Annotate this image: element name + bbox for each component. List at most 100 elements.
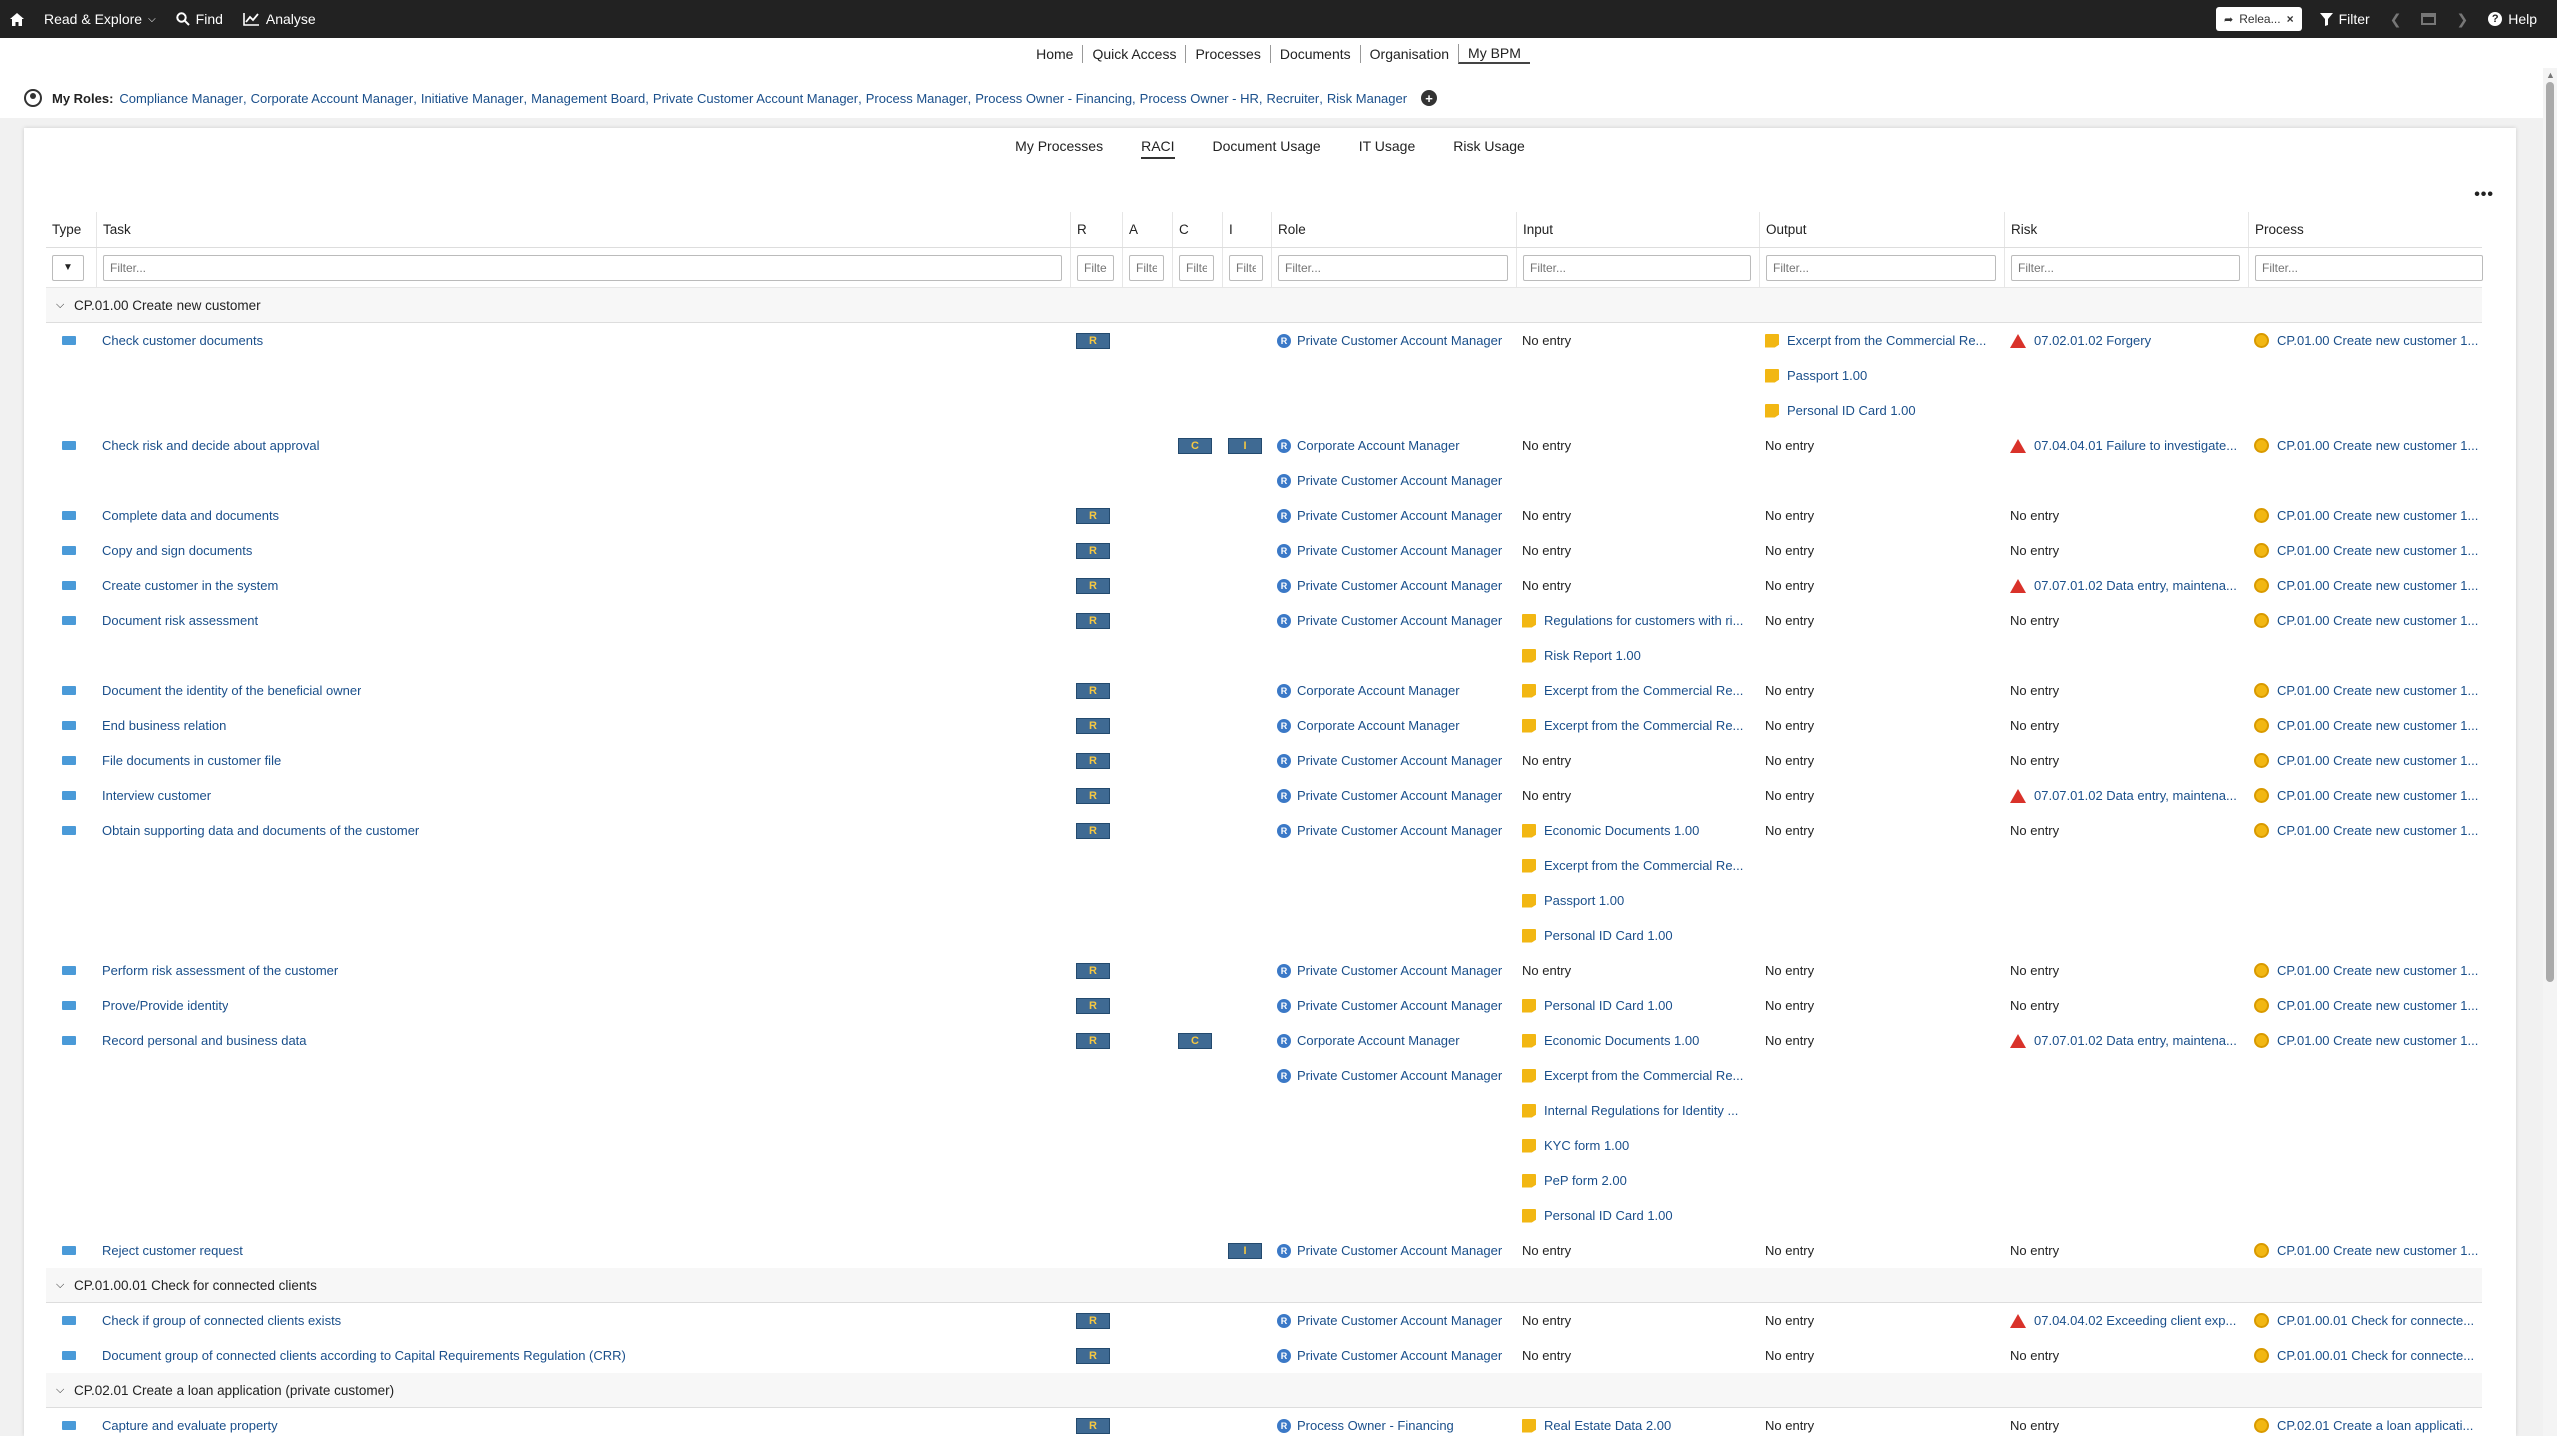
document-link[interactable]: Personal ID Card 1.00 [1544, 928, 1673, 943]
nav-processes[interactable]: Processes [1185, 45, 1269, 63]
tab-risk-usage[interactable]: Risk Usage [1453, 138, 1525, 159]
role-link[interactable]: Private Customer Account Manager [1297, 1313, 1502, 1328]
risk-link[interactable]: 07.02.01.02 Forgery [2034, 333, 2151, 348]
nav-home[interactable]: Home [1027, 45, 1082, 63]
task-link[interactable]: Capture and evaluate property [102, 1418, 278, 1433]
document-link[interactable]: Risk Report 1.00 [1544, 648, 1641, 663]
task-link[interactable]: Interview customer [102, 788, 211, 803]
nav-my-bpm[interactable]: My BPM [1458, 44, 1530, 64]
risk-link[interactable]: 07.07.01.02 Data entry, maintena... [2034, 578, 2237, 593]
role-link[interactable]: Private Customer Account Manager [1297, 788, 1502, 803]
vertical-scrollbar[interactable]: ▲ [2543, 68, 2557, 1436]
i-filter-input[interactable] [1229, 254, 1263, 281]
document-link[interactable]: Excerpt from the Commercial Re... [1544, 858, 1743, 873]
role-link[interactable]: Corporate Account Manager [1297, 718, 1460, 733]
col-output[interactable]: Output [1759, 212, 2004, 247]
col-type[interactable]: Type [46, 212, 96, 247]
document-link[interactable]: Excerpt from the Commercial Re... [1544, 683, 1743, 698]
process-link[interactable]: CP.01.00.01 Check for connecte... [2277, 1348, 2474, 1363]
process-link[interactable]: CP.01.00 Create new customer 1... [2277, 718, 2478, 733]
more-options-icon[interactable]: ••• [2474, 186, 2494, 204]
nav-organisation[interactable]: Organisation [1359, 45, 1458, 63]
document-link[interactable]: Personal ID Card 1.00 [1544, 998, 1673, 1013]
col-role[interactable]: Role [1271, 212, 1516, 247]
role-link[interactable]: Corporate Account Manager [1297, 683, 1460, 698]
task-link[interactable]: Document group of connected clients acco… [102, 1348, 626, 1363]
input-filter-input[interactable] [1523, 254, 1751, 281]
role-link[interactable]: Recruiter [1267, 91, 1320, 106]
role-link[interactable]: Private Customer Account Manager [1297, 508, 1502, 523]
process-link[interactable]: CP.01.00 Create new customer 1... [2277, 683, 2478, 698]
process-link[interactable]: CP.01.00 Create new customer 1... [2277, 543, 2478, 558]
risk-filter-input[interactable] [2011, 254, 2240, 281]
col-risk[interactable]: Risk [2004, 212, 2248, 247]
col-c[interactable]: C [1172, 212, 1222, 247]
role-link[interactable]: Private Customer Account Manager [1297, 753, 1502, 768]
nav-documents[interactable]: Documents [1269, 45, 1360, 63]
find-button[interactable]: Find [166, 0, 233, 38]
task-link[interactable]: Check risk and decide about approval [102, 438, 320, 453]
role-link[interactable]: Process Owner - Financing [1297, 1418, 1454, 1433]
task-link[interactable]: Document the identity of the beneficial … [102, 683, 361, 698]
document-link[interactable]: Passport 1.00 [1787, 368, 1867, 383]
role-link[interactable]: Private Customer Account Manager [1297, 578, 1502, 593]
scroll-up-icon[interactable]: ▲ [2546, 70, 2555, 80]
role-link[interactable]: Private Customer Account Manager [1297, 1243, 1502, 1258]
document-link[interactable]: Excerpt from the Commercial Re... [1787, 333, 1986, 348]
close-icon[interactable]: × [2287, 12, 2294, 26]
process-link[interactable]: CP.01.00.01 Check for connecte... [2277, 1313, 2474, 1328]
document-link[interactable]: Regulations for customers with ri... [1544, 613, 1743, 628]
scrollbar-thumb[interactable] [2546, 82, 2554, 982]
r-filter-input[interactable] [1077, 254, 1114, 281]
task-link[interactable]: End business relation [102, 718, 226, 733]
back-button[interactable]: ❮ [2380, 0, 2412, 38]
role-link[interactable]: Private Customer Account Manager [1297, 543, 1502, 558]
document-link[interactable]: Excerpt from the Commercial Re... [1544, 1068, 1743, 1083]
home-button[interactable] [0, 0, 34, 38]
role-link[interactable]: Process Owner - Financing [975, 91, 1132, 106]
role-link[interactable]: Initiative Manager [421, 91, 524, 106]
task-link[interactable]: Perform risk assessment of the customer [102, 963, 338, 978]
tab-raci[interactable]: RACI [1141, 138, 1175, 159]
col-r[interactable]: R [1070, 212, 1122, 247]
col-process[interactable]: Process [2248, 212, 2491, 247]
nav-quick-access[interactable]: Quick Access [1082, 45, 1185, 63]
tab-it-usage[interactable]: IT Usage [1359, 138, 1416, 159]
task-link[interactable]: File documents in customer file [102, 753, 281, 768]
task-filter-input[interactable] [103, 254, 1062, 281]
task-link[interactable]: Document risk assessment [102, 613, 258, 628]
role-link[interactable]: Compliance Manager [119, 91, 243, 106]
document-link[interactable]: Personal ID Card 1.00 [1544, 1208, 1673, 1223]
window-button[interactable] [2411, 0, 2446, 38]
role-link[interactable]: Private Customer Account Manager [1297, 963, 1502, 978]
group-row[interactable]: ⌵ CP.02.01 Create a loan application (pri… [46, 1373, 2482, 1408]
process-link[interactable]: CP.01.00 Create new customer 1... [2277, 613, 2478, 628]
risk-link[interactable]: 07.04.04.01 Failure to investigate... [2034, 438, 2237, 453]
forward-button[interactable]: ❯ [2446, 0, 2478, 38]
process-filter-input[interactable] [2255, 254, 2483, 281]
analyse-button[interactable]: Analyse [233, 0, 326, 38]
task-link[interactable]: Copy and sign documents [102, 543, 252, 558]
risk-link[interactable]: 07.04.04.02 Exceeding client exp... [2034, 1313, 2236, 1328]
role-link[interactable]: Private Customer Account Manager [1297, 333, 1502, 348]
role-link[interactable]: Private Customer Account Manager [1297, 998, 1502, 1013]
document-link[interactable]: Real Estate Data 2.00 [1544, 1418, 1671, 1433]
type-filter-dropdown[interactable]: ▼ [52, 254, 84, 281]
group-row[interactable]: ⌵ CP.01.00.01 Check for connected clients [46, 1268, 2482, 1303]
output-filter-input[interactable] [1766, 254, 1996, 281]
col-input[interactable]: Input [1516, 212, 1759, 247]
process-link[interactable]: CP.01.00 Create new customer 1... [2277, 788, 2478, 803]
task-link[interactable]: Reject customer request [102, 1243, 243, 1258]
process-link[interactable]: CP.01.00 Create new customer 1... [2277, 333, 2478, 348]
chevron-down-icon[interactable]: ⌵ [56, 1384, 74, 1397]
document-link[interactable]: Economic Documents 1.00 [1544, 1033, 1699, 1048]
process-link[interactable]: CP.01.00 Create new customer 1... [2277, 438, 2478, 453]
role-link[interactable]: Private Customer Account Manager [1297, 1348, 1502, 1363]
tab-document-usage[interactable]: Document Usage [1213, 138, 1321, 159]
task-link[interactable]: Check customer documents [102, 333, 263, 348]
add-role-icon[interactable]: + [1421, 90, 1438, 106]
task-link[interactable]: Prove/Provide identity [102, 998, 228, 1013]
document-link[interactable]: Internal Regulations for Identity ... [1544, 1103, 1738, 1118]
task-link[interactable]: Check if group of connected clients exis… [102, 1313, 341, 1328]
help-button[interactable]: ? Help [2478, 0, 2547, 38]
